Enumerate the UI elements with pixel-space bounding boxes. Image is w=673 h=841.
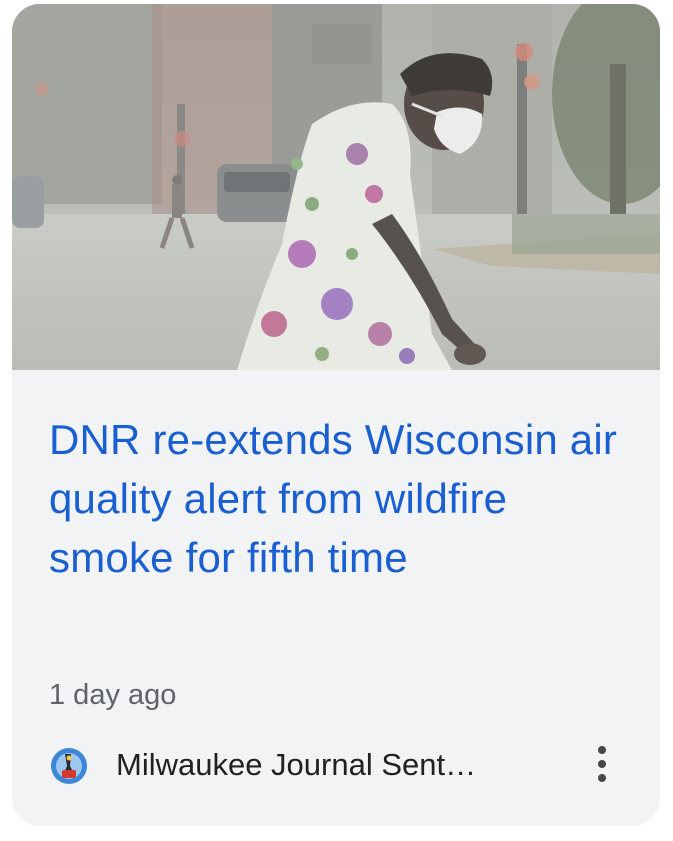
article-timestamp: 1 day ago (49, 679, 177, 711)
source-name[interactable]: Milwaukee Journal Sent… (116, 747, 476, 783)
news-card[interactable]: DNR re-extends Wisconsin air quality ale… (12, 4, 660, 826)
article-body[interactable]: DNR re-extends Wisconsin air quality ale… (12, 370, 660, 826)
more-dot (598, 760, 606, 768)
article-headline[interactable]: DNR re-extends Wisconsin air quality ale… (49, 410, 639, 587)
more-dot (598, 774, 606, 782)
source-row: Milwaukee Journal Sent… (49, 744, 629, 784)
article-image (12, 4, 660, 370)
more-dot (598, 746, 606, 754)
more-vert-icon[interactable] (587, 740, 617, 788)
newspaper-logo-icon (49, 746, 89, 786)
article-thumbnail[interactable] (12, 4, 660, 370)
